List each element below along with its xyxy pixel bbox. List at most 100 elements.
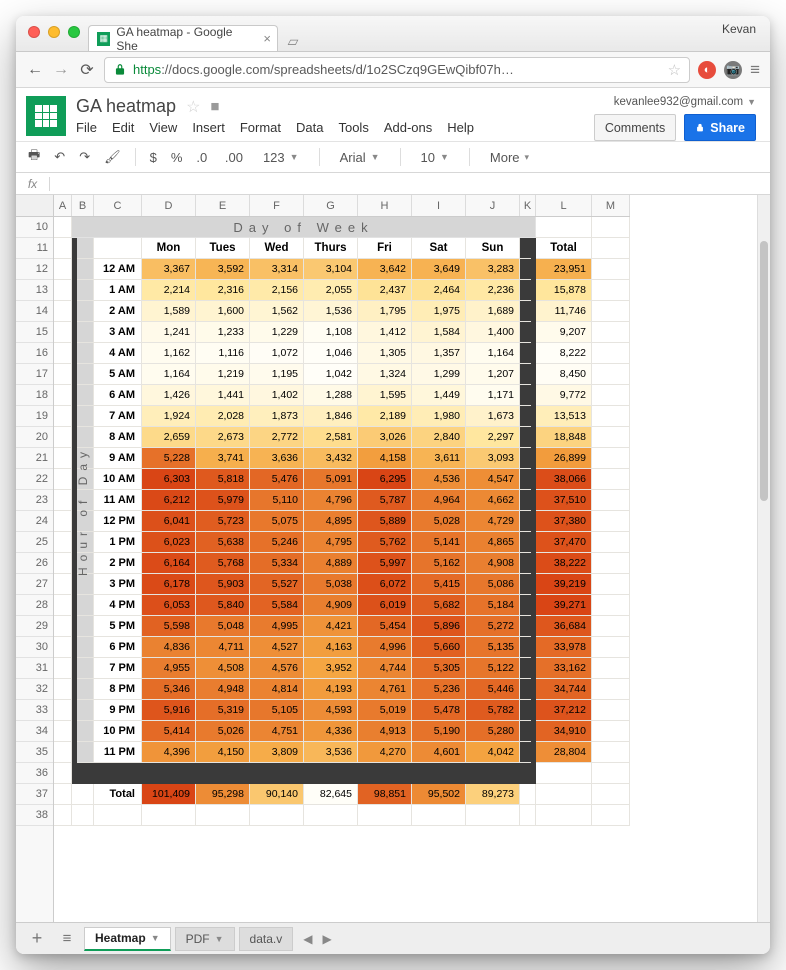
cell[interactable]: 1,207 (466, 364, 520, 385)
cell[interactable]: 33,162 (536, 658, 592, 679)
cell[interactable] (54, 805, 72, 826)
share-button[interactable]: Share (684, 114, 756, 141)
row-header-10[interactable]: 10 (16, 217, 53, 238)
row-header-35[interactable]: 35 (16, 742, 53, 763)
cell[interactable] (520, 238, 536, 259)
col-header-D[interactable]: D (142, 195, 196, 216)
cell[interactable] (54, 217, 72, 238)
cell[interactable]: 28,804 (536, 742, 592, 763)
cell[interactable] (592, 217, 630, 238)
cell[interactable]: 1,584 (412, 322, 466, 343)
extension-icon-1[interactable]: ◐ (698, 61, 716, 79)
cell[interactable]: 95,502 (412, 784, 466, 805)
cell[interactable]: 1,846 (304, 406, 358, 427)
cell[interactable]: 10 PM (94, 721, 142, 742)
cell[interactable] (520, 301, 536, 322)
currency-icon[interactable]: $ (150, 150, 157, 165)
cell[interactable]: 3,367 (142, 259, 196, 280)
cell[interactable]: 34,910 (536, 721, 592, 742)
minimize-window-icon[interactable] (48, 26, 60, 38)
cell[interactable]: 4 PM (94, 595, 142, 616)
cell[interactable]: 5,415 (412, 574, 466, 595)
cell[interactable]: 5,228 (142, 448, 196, 469)
cell[interactable] (592, 637, 630, 658)
cell[interactable] (94, 238, 142, 259)
row-header-34[interactable]: 34 (16, 721, 53, 742)
cell[interactable] (592, 259, 630, 280)
cell[interactable]: 9,772 (536, 385, 592, 406)
cell[interactable]: 6,023 (142, 532, 196, 553)
cell[interactable]: 1,042 (304, 364, 358, 385)
cell[interactable]: 37,380 (536, 511, 592, 532)
menu-tools[interactable]: Tools (338, 120, 368, 135)
cell[interactable]: 2,297 (466, 427, 520, 448)
cell[interactable]: 5,979 (196, 490, 250, 511)
comments-button[interactable]: Comments (594, 114, 676, 141)
cell[interactable]: 95,298 (196, 784, 250, 805)
cell[interactable]: 8 PM (94, 679, 142, 700)
cell[interactable]: Fri (358, 238, 412, 259)
cell[interactable]: 1,412 (358, 322, 412, 343)
row-header-13[interactable]: 13 (16, 280, 53, 301)
cell[interactable] (592, 721, 630, 742)
cell[interactable]: 5,162 (412, 553, 466, 574)
row-header-37[interactable]: 37 (16, 784, 53, 805)
cell[interactable] (54, 553, 72, 574)
formula-bar[interactable]: fx (16, 173, 770, 195)
cell[interactable]: 1 PM (94, 532, 142, 553)
cell[interactable]: 37,510 (536, 490, 592, 511)
print-icon[interactable]: 🖶 (28, 146, 40, 168)
cell[interactable]: 5,762 (358, 532, 412, 553)
cell[interactable]: 1,219 (196, 364, 250, 385)
col-header-E[interactable]: E (196, 195, 250, 216)
cell[interactable]: 5,527 (250, 574, 304, 595)
cell[interactable] (250, 805, 304, 826)
cell[interactable]: 1,072 (250, 343, 304, 364)
cell[interactable]: 2 AM (94, 301, 142, 322)
cell[interactable]: 5,305 (412, 658, 466, 679)
cell[interactable] (536, 763, 592, 784)
cell[interactable]: 9 AM (94, 448, 142, 469)
cell[interactable]: 6,041 (142, 511, 196, 532)
row-header-11[interactable]: 11 (16, 238, 53, 259)
cell[interactable]: 39,219 (536, 574, 592, 595)
cell[interactable]: Total (536, 238, 592, 259)
cell[interactable]: 4,751 (250, 721, 304, 742)
cell[interactable]: 1,046 (304, 343, 358, 364)
cell[interactable] (520, 784, 536, 805)
cell[interactable] (54, 763, 72, 784)
cell[interactable] (54, 679, 72, 700)
cell[interactable]: 2,464 (412, 280, 466, 301)
cell[interactable]: 15,878 (536, 280, 592, 301)
cell[interactable]: Wed (250, 238, 304, 259)
cell[interactable] (520, 595, 536, 616)
cell[interactable]: 5,272 (466, 616, 520, 637)
cell[interactable] (520, 532, 536, 553)
cell[interactable]: 2,316 (196, 280, 250, 301)
cell[interactable]: 5,346 (142, 679, 196, 700)
cell[interactable]: 5,723 (196, 511, 250, 532)
cell[interactable] (54, 448, 72, 469)
tab-scroll-left-icon[interactable]: ◀ (303, 932, 312, 946)
cell[interactable]: 12 AM (94, 259, 142, 280)
row-header-31[interactable]: 31 (16, 658, 53, 679)
cell[interactable] (520, 616, 536, 637)
menu-edit[interactable]: Edit (112, 120, 134, 135)
cell[interactable]: 5,091 (304, 469, 358, 490)
cell[interactable] (54, 280, 72, 301)
cell[interactable]: 5,028 (412, 511, 466, 532)
cell[interactable] (520, 658, 536, 679)
row-header-12[interactable]: 12 (16, 259, 53, 280)
cell[interactable]: 36,684 (536, 616, 592, 637)
cell[interactable]: 5,598 (142, 616, 196, 637)
cell[interactable]: 1,673 (466, 406, 520, 427)
cell[interactable]: 3,536 (304, 742, 358, 763)
cell[interactable]: 8,450 (536, 364, 592, 385)
cell[interactable] (592, 616, 630, 637)
cell[interactable]: 2 PM (94, 553, 142, 574)
cell[interactable] (54, 427, 72, 448)
cell[interactable] (520, 574, 536, 595)
cell[interactable]: 1,241 (142, 322, 196, 343)
cell[interactable]: 11,746 (536, 301, 592, 322)
cell[interactable]: 1,595 (358, 385, 412, 406)
